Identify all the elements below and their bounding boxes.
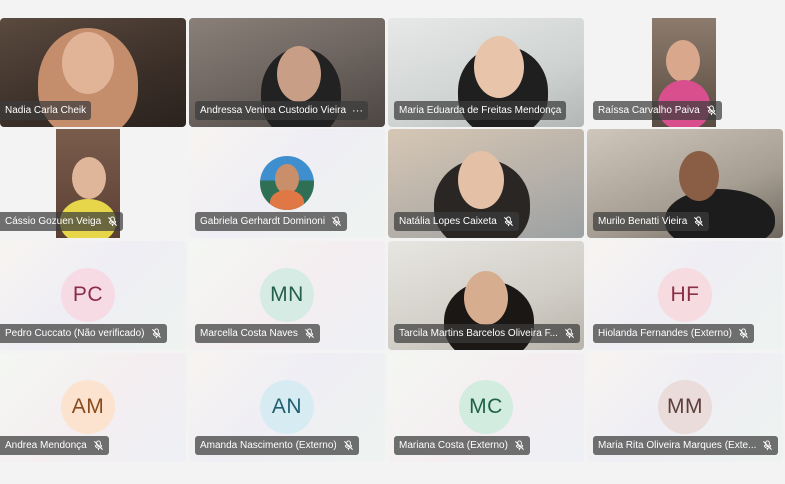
mic-off-icon bbox=[738, 328, 748, 339]
participant-name: Tarcila Martins Barcelos Oliveira F... bbox=[399, 328, 558, 339]
participant-name: Mariana Costa (Externo) bbox=[399, 440, 508, 451]
participant-name: Pedro Cuccato (Não verificado) bbox=[5, 328, 145, 339]
participant-tile[interactable]: Cássio Gozuen Veiga bbox=[0, 129, 186, 238]
participant-tile[interactable]: Murilo Benatti Vieira bbox=[587, 129, 783, 238]
participant-video bbox=[62, 32, 114, 94]
mic-off-icon bbox=[332, 216, 342, 227]
avatar: MC bbox=[459, 380, 513, 434]
mic-off-icon bbox=[763, 440, 773, 451]
participant-tile[interactable]: Maria Eduarda de Freitas Mendonça bbox=[388, 18, 584, 127]
participant-video bbox=[679, 151, 719, 201]
nameplate: Tarcila Martins Barcelos Oliveira F... bbox=[394, 324, 580, 343]
nameplate: Maria Eduarda de Freitas Mendonça bbox=[394, 101, 567, 120]
avatar: AM bbox=[61, 380, 115, 434]
participant-video bbox=[277, 46, 321, 102]
nameplate: Andressa Venina Custodio Vieira ··· bbox=[195, 101, 369, 120]
mic-off-icon bbox=[514, 440, 524, 451]
participant-name: Andressa Venina Custodio Vieira bbox=[200, 105, 347, 116]
participant-tile[interactable]: MN Marcella Costa Naves bbox=[189, 241, 385, 350]
participant-name: Marcella Costa Naves bbox=[200, 328, 298, 339]
nameplate: Marcella Costa Naves bbox=[195, 324, 320, 343]
participant-name: Gabriela Gerhardt Dominoni bbox=[200, 216, 326, 227]
participant-tile[interactable]: MC Mariana Costa (Externo) bbox=[388, 353, 584, 462]
nameplate: Amanda Nascimento (Externo) bbox=[195, 436, 359, 455]
nameplate: Pedro Cuccato (Não verificado) bbox=[0, 324, 167, 343]
participant-name: Andrea Mendonça bbox=[5, 440, 87, 451]
nameplate: Murilo Benatti Vieira bbox=[593, 212, 710, 231]
avatar: HF bbox=[658, 268, 712, 322]
participant-name: Nadia Carla Cheik bbox=[5, 105, 87, 116]
mic-off-icon bbox=[343, 440, 353, 451]
nameplate: Raíssa Carvalho Paiva bbox=[593, 101, 722, 120]
participant-name: Hiolanda Fernandes (Externo) bbox=[598, 328, 732, 339]
mic-off-icon bbox=[694, 216, 704, 227]
more-options-icon[interactable]: ··· bbox=[352, 105, 363, 117]
nameplate: Maria Rita Oliveira Marques (Exte... bbox=[593, 436, 779, 455]
participant-tile[interactable]: Nadia Carla Cheik bbox=[0, 18, 186, 127]
nameplate: Hiolanda Fernandes (Externo) bbox=[593, 324, 754, 343]
mic-off-icon bbox=[151, 328, 161, 339]
participant-name: Maria Rita Oliveira Marques (Exte... bbox=[598, 440, 757, 451]
nameplate: Natália Lopes Caixeta bbox=[394, 212, 519, 231]
participant-tile[interactable]: PC Pedro Cuccato (Não verificado) bbox=[0, 241, 186, 350]
avatar: MN bbox=[260, 268, 314, 322]
participant-video bbox=[458, 151, 504, 209]
participant-tile[interactable]: Tarcila Martins Barcelos Oliveira F... bbox=[388, 241, 584, 350]
mic-off-icon bbox=[564, 328, 574, 339]
nameplate: Gabriela Gerhardt Dominoni bbox=[195, 212, 348, 231]
avatar: AN bbox=[260, 380, 314, 434]
mic-off-icon bbox=[108, 216, 118, 227]
avatar: PC bbox=[61, 268, 115, 322]
nameplate: Mariana Costa (Externo) bbox=[394, 436, 530, 455]
participant-tile[interactable]: HF Hiolanda Fernandes (Externo) bbox=[587, 241, 783, 350]
participant-name: Murilo Benatti Vieira bbox=[598, 216, 688, 227]
nameplate: Andrea Mendonça bbox=[0, 436, 109, 455]
participant-tile[interactable]: AM Andrea Mendonça bbox=[0, 353, 186, 462]
participant-tile[interactable]: Natália Lopes Caixeta bbox=[388, 129, 584, 238]
participant-tile[interactable]: Andressa Venina Custodio Vieira ··· bbox=[189, 18, 385, 127]
nameplate: Nadia Carla Cheik bbox=[0, 101, 92, 120]
participant-tile[interactable]: MM Maria Rita Oliveira Marques (Exte... bbox=[587, 353, 783, 462]
mic-off-icon bbox=[93, 440, 103, 451]
participant-name: Maria Eduarda de Freitas Mendonça bbox=[399, 105, 562, 116]
mic-off-icon bbox=[706, 105, 716, 116]
participant-tile[interactable]: AN Amanda Nascimento (Externo) bbox=[189, 353, 385, 462]
participant-name: Raíssa Carvalho Paiva bbox=[598, 105, 700, 116]
participant-video bbox=[474, 36, 524, 98]
mic-off-icon bbox=[304, 328, 314, 339]
participant-name: Cássio Gozuen Veiga bbox=[5, 216, 102, 227]
mic-off-icon bbox=[503, 216, 513, 227]
participant-tile[interactable]: Gabriela Gerhardt Dominoni bbox=[189, 129, 385, 238]
avatar bbox=[260, 156, 314, 210]
participant-tile[interactable]: Raíssa Carvalho Paiva bbox=[587, 18, 783, 127]
participant-name: Amanda Nascimento (Externo) bbox=[200, 440, 337, 451]
nameplate: Cássio Gozuen Veiga bbox=[0, 212, 124, 231]
avatar: MM bbox=[658, 380, 712, 434]
participant-video bbox=[464, 271, 508, 325]
participant-name: Natália Lopes Caixeta bbox=[399, 216, 497, 227]
